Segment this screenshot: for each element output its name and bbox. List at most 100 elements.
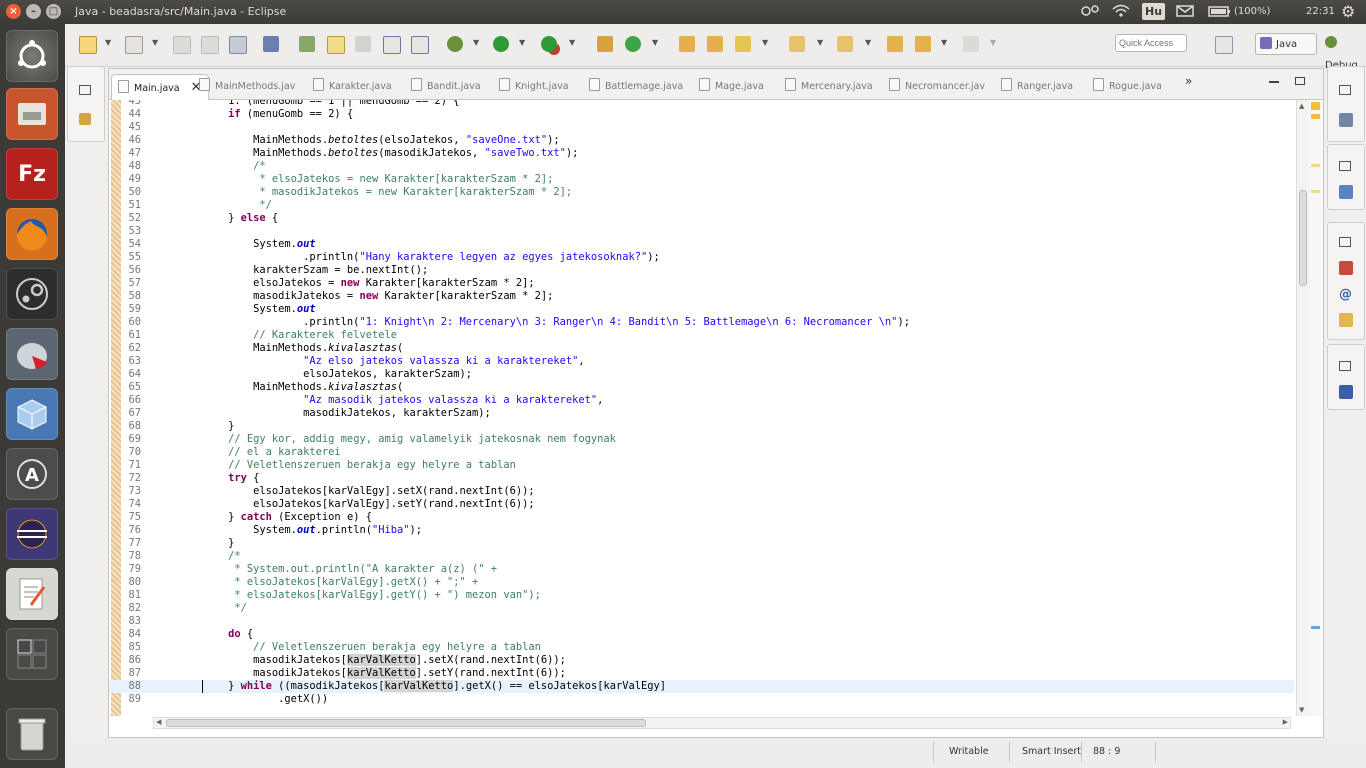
- tab-ranger-java[interactable]: Ranger.java: [1001, 74, 1073, 99]
- keyboard-layout-indicator[interactable]: Hu: [1142, 3, 1166, 20]
- code-line[interactable]: 77 }: [109, 537, 1294, 550]
- code-line[interactable]: 48 /*: [109, 160, 1294, 173]
- clock[interactable]: 22:31: [1306, 6, 1335, 17]
- code-line[interactable]: 84 do {: [109, 628, 1294, 641]
- new-icon[interactable]: [79, 36, 97, 54]
- tabs-overflow-button[interactable]: »: [1185, 69, 1192, 94]
- code-line[interactable]: 56 karakterSzam = be.nextInt();: [109, 264, 1294, 277]
- scroll-thumb[interactable]: [1299, 190, 1307, 286]
- code-line[interactable]: 67 masodikJatekos, karakterSzam);: [109, 407, 1294, 420]
- system-gear-icon[interactable]: ⚙: [1341, 2, 1355, 21]
- code-line[interactable]: 80 * elsoJatekos[karValEgy].getX() + ";"…: [109, 576, 1294, 589]
- workspace-switcher-icon[interactable]: [6, 628, 58, 680]
- code-line[interactable]: 45: [109, 121, 1294, 134]
- new-java-package-icon[interactable]: [125, 36, 143, 54]
- firefox-icon[interactable]: [6, 208, 58, 260]
- software-updater-icon[interactable]: A: [6, 448, 58, 500]
- pilcrow-icon[interactable]: [411, 36, 429, 54]
- code-line[interactable]: 78 /*: [109, 550, 1294, 563]
- code-line[interactable]: 57 elsoJatekos = new Karakter[karakterSz…: [109, 277, 1294, 290]
- code-line[interactable]: 73 elsoJatekos[karValEgy].setX(rand.next…: [109, 485, 1294, 498]
- declaration-icon[interactable]: [1339, 313, 1353, 327]
- tab-battlemage-java[interactable]: Battlemage.java: [589, 74, 683, 99]
- new-class-icon[interactable]: [625, 36, 641, 52]
- scroll-up-arrow[interactable]: ▲: [1299, 102, 1304, 110]
- disk-usage-icon[interactable]: [6, 328, 58, 380]
- code-line[interactable]: 50 * masodikJatekos = new Karakter[karak…: [109, 186, 1294, 199]
- code-line[interactable]: 46 MainMethods.betoltes(elsoJatekos, "sa…: [109, 134, 1294, 147]
- code-line[interactable]: 71 // Veletlenszeruen berakja egy helyre…: [109, 459, 1294, 472]
- wifi-icon[interactable]: [1112, 4, 1130, 21]
- open-task-icon[interactable]: [707, 36, 723, 52]
- tab-karakter-java[interactable]: Karakter.java: [313, 74, 392, 99]
- warning-marker[interactable]: [1311, 164, 1320, 167]
- scroll-down-arrow[interactable]: ▼: [1299, 706, 1304, 714]
- restore-icon[interactable]: [79, 85, 91, 95]
- task-list-icon[interactable]: [1339, 113, 1353, 127]
- code-line[interactable]: 87 masodikJatekos[karValKetto].setY(rand…: [109, 667, 1294, 680]
- code-line[interactable]: 47 MainMethods.betoltes(masodikJatekos, …: [109, 147, 1294, 160]
- code-line[interactable]: 51 */: [109, 199, 1294, 212]
- scroll-right-arrow[interactable]: ▶: [1283, 718, 1288, 726]
- restore-icon[interactable]: [1339, 361, 1351, 371]
- code-line[interactable]: 60 .println("1: Knight\n 2: Mercenary\n …: [109, 316, 1294, 329]
- print-icon[interactable]: [229, 36, 247, 54]
- code-line[interactable]: 72 try {: [109, 472, 1294, 485]
- code-line[interactable]: 66 "Az masodik jatekos valassza ki a kar…: [109, 394, 1294, 407]
- tab-knight-java[interactable]: Knight.java: [499, 74, 569, 99]
- console-icon[interactable]: [1339, 385, 1353, 399]
- tab-bandit-java[interactable]: Bandit.java: [411, 74, 481, 99]
- occurrence-marker[interactable]: [1311, 626, 1320, 629]
- code-line[interactable]: 54 System.out: [109, 238, 1294, 251]
- battery-icon[interactable]: [1208, 4, 1232, 21]
- tab-mage-java[interactable]: Mage.java: [699, 74, 764, 99]
- code-line[interactable]: 82 */: [109, 602, 1294, 615]
- code-line[interactable]: 44 if (menuGomb == 2) {: [109, 108, 1294, 121]
- open-perspective-icon[interactable]: [1215, 36, 1233, 54]
- code-line[interactable]: 70 // el a karakterei: [109, 446, 1294, 459]
- warning-marker[interactable]: [1311, 190, 1320, 193]
- outline-icon[interactable]: [1339, 185, 1353, 199]
- block-selection-icon[interactable]: [355, 36, 371, 52]
- toggle-breadcrumb-icon[interactable]: [299, 36, 315, 52]
- maximize-window-button[interactable]: □: [46, 4, 61, 19]
- code-line[interactable]: 68 }: [109, 420, 1294, 433]
- run-icon[interactable]: [493, 36, 509, 52]
- code-line[interactable]: 64 elsoJatekos, karakterSzam);: [109, 368, 1294, 381]
- code-line[interactable]: 85 // Veletlenszeruen berakja egy helyre…: [109, 641, 1294, 654]
- code-line[interactable]: 63 "Az elso jatekos valassza ki a karakt…: [109, 355, 1294, 368]
- code-line[interactable]: 69 // Egy kor, addig megy, amig valamely…: [109, 433, 1294, 446]
- quick-access-input[interactable]: [1115, 34, 1187, 52]
- tab-mercenary-java[interactable]: Mercenary.java: [785, 74, 873, 99]
- mail-icon[interactable]: [1176, 4, 1194, 21]
- code-line[interactable]: 43 1: (menuGomb == 1 || menuGomb == 2) {: [109, 100, 1294, 108]
- code-line[interactable]: 76 System.out.println("Hiba");: [109, 524, 1294, 537]
- code-line[interactable]: 89 .getX()): [109, 693, 1294, 706]
- pin-icon[interactable]: [263, 36, 279, 52]
- debug-perspective-button[interactable]: Debug: [1321, 33, 1366, 71]
- mark-occurrences-icon[interactable]: [327, 36, 345, 54]
- code-line[interactable]: 58 masodikJatekos = new Karakter[karakte…: [109, 290, 1294, 303]
- minimize-window-button[interactable]: –: [26, 4, 41, 19]
- javadoc-icon[interactable]: @: [1339, 287, 1353, 302]
- warning-marker[interactable]: [1311, 102, 1320, 110]
- horizontal-scrollbar[interactable]: ◀ ▶: [153, 717, 1291, 729]
- save-icon[interactable]: [173, 36, 191, 54]
- last-edit-location-icon[interactable]: [887, 36, 903, 52]
- scroll-left-arrow[interactable]: ◀: [156, 718, 161, 726]
- horizontal-scroll-thumb[interactable]: [166, 719, 646, 727]
- ubuntu-dash-icon[interactable]: [6, 30, 58, 82]
- maximize-editor-icon[interactable]: [1295, 77, 1305, 85]
- vertical-scrollbar[interactable]: ▲ ▼: [1296, 100, 1309, 716]
- code-line[interactable]: 79 * System.out.println("A karakter a(z)…: [109, 563, 1294, 576]
- code-line[interactable]: 53: [109, 225, 1294, 238]
- trash-icon[interactable]: [6, 708, 58, 760]
- forward-icon[interactable]: [963, 36, 979, 52]
- new-java-project-icon[interactable]: [597, 36, 613, 52]
- minimize-editor-icon[interactable]: [1269, 81, 1279, 83]
- run-external-tool-icon[interactable]: [541, 36, 557, 52]
- search-icon[interactable]: [735, 36, 751, 52]
- restore-icon[interactable]: [1339, 161, 1351, 171]
- code-line[interactable]: 61 // Karakterek felvetele: [109, 329, 1294, 342]
- open-type-icon[interactable]: [679, 36, 695, 52]
